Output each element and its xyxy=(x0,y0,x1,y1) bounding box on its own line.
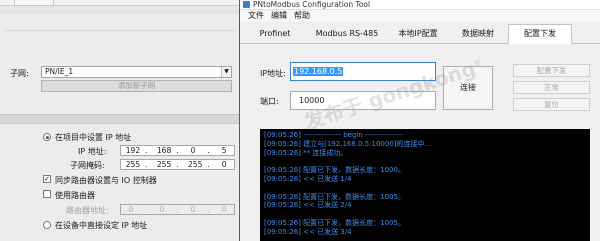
tab-bar: Profinet Modbus RS-485 本地IP配置 数据映射 配置下发 xyxy=(240,22,600,45)
subnet-select[interactable]: PN/IE_1 ▼ xyxy=(41,66,232,78)
mask-octet: 255 xyxy=(156,160,172,169)
set-ip-in-project-label: 在项目中设置 IP 地址 xyxy=(55,133,132,142)
interface-section xyxy=(0,14,240,114)
use-router-checkbox[interactable] xyxy=(43,190,51,198)
router-address-label: 路由器地址: xyxy=(66,206,109,215)
sync-router-checkbox[interactable]: ✓ xyxy=(43,175,51,183)
log-line: [09:05:26] << 已发送 1/4 xyxy=(264,174,352,183)
mask-octet: 255 xyxy=(188,160,203,169)
set-ip-in-project-radio[interactable] xyxy=(43,133,51,141)
tab-modbus-rs485[interactable]: Modbus RS-485 xyxy=(308,25,386,43)
ip-address-label: IP 地址: xyxy=(78,147,107,156)
set-ip-directly-label: 在设备中直接设定 IP 地址 xyxy=(55,221,148,230)
title-bar[interactable]: PNtoModbus Configuration Tool xyxy=(240,0,600,10)
subnet-value: PN/IE_1 xyxy=(45,67,74,76)
subnet-mask-label: 子网掩码: xyxy=(70,161,105,170)
ip-address-input[interactable]: 192.168.0.5 xyxy=(290,62,436,81)
log-line: [09:05:26] << 已发送 3/4 xyxy=(264,227,352,236)
config-download-panel: IP地址: 192.168.0.5 端口: 10000 连接 配置下发 正常 复… xyxy=(240,44,600,241)
router-octet: 0 xyxy=(159,205,165,214)
subnet-label: 子网: xyxy=(10,69,29,78)
log-line: [09:05:26] 配置已下发，数据长度：1005。 xyxy=(264,218,405,227)
app-icon xyxy=(243,1,250,8)
log-line: [09:05:26] ** 连接成功。 xyxy=(264,148,348,157)
normal-button[interactable]: 正常 xyxy=(513,81,590,94)
ip-address-value: 192.168.0.5 xyxy=(293,67,344,76)
log-line: [09:05:26] << 已发送 2/4 xyxy=(264,201,352,210)
sync-router-label: 同步路由器设置与 IO 控制器 xyxy=(55,176,157,185)
mask-octet: 0 xyxy=(221,160,227,169)
port-label: 端口: xyxy=(260,97,279,106)
tab-config-download[interactable]: 配置下发 xyxy=(508,24,572,45)
ip-octet: 0 xyxy=(190,146,196,155)
port-value: 10000 xyxy=(299,96,325,105)
reset-button[interactable]: 复位 xyxy=(513,98,590,111)
menu-edit[interactable]: 编辑 xyxy=(271,11,287,21)
tab-local-ip-config[interactable]: 本地IP配置 xyxy=(390,25,446,43)
background-top-tab[interactable] xyxy=(14,0,54,6)
menu-bar: 文件 编辑 帮助 xyxy=(240,10,600,22)
port-input[interactable]: 10000 xyxy=(290,91,436,110)
menu-help[interactable]: 帮助 xyxy=(294,11,310,21)
divider xyxy=(4,30,236,31)
router-octet: 0 xyxy=(190,205,196,214)
connect-button[interactable]: 连接 xyxy=(443,66,493,110)
section-separator xyxy=(0,114,240,124)
window-title: PNtoModbus Configuration Tool xyxy=(253,0,371,9)
mask-octet: 255 xyxy=(125,160,141,169)
ip-address-label: IP地址: xyxy=(260,69,286,78)
download-config-button[interactable]: 配置下发 xyxy=(513,64,590,77)
config-tool-window: PNtoModbus Configuration Tool 文件 编辑 帮助 P… xyxy=(239,0,600,241)
set-ip-directly-radio[interactable] xyxy=(43,221,51,229)
add-subnet-button[interactable]: 添加新子网 xyxy=(41,80,232,92)
router-octet: 0 xyxy=(221,205,227,214)
log-console[interactable]: [09:05:26] --------------- begin -------… xyxy=(260,129,590,241)
menu-file[interactable]: 文件 xyxy=(248,11,264,21)
chevron-down-icon[interactable]: ▼ xyxy=(221,67,231,77)
ip-address-field[interactable]: 192. 168. 0. 5 xyxy=(120,145,235,156)
ip-octet: 5 xyxy=(221,146,227,155)
log-line: [09:05:26] 建立与[192.168.0.5:10000]的连接中... xyxy=(264,139,432,148)
router-address-field: 0. 0. 0. 0 xyxy=(120,204,235,215)
ip-octet: 192 xyxy=(125,146,141,155)
use-router-label: 使用路由器 xyxy=(55,191,95,200)
tab-data-mapping[interactable]: 数据映射 xyxy=(454,25,502,43)
ip-octet: 168 xyxy=(156,146,172,155)
background-property-panel: 子网: PN/IE_1 ▼ 添加新子网 在项目中设置 IP 地址 IP 地址: … xyxy=(0,0,240,241)
log-line: [09:05:26] --------------- begin -------… xyxy=(264,131,403,139)
router-octet: 0 xyxy=(128,205,134,214)
subnet-mask-field[interactable]: 255. 255. 255. 0 xyxy=(120,159,235,170)
log-line: [09:05:26] 配置已下发，数据长度：1000。 xyxy=(264,166,405,175)
tab-profinet[interactable]: Profinet xyxy=(250,25,300,43)
